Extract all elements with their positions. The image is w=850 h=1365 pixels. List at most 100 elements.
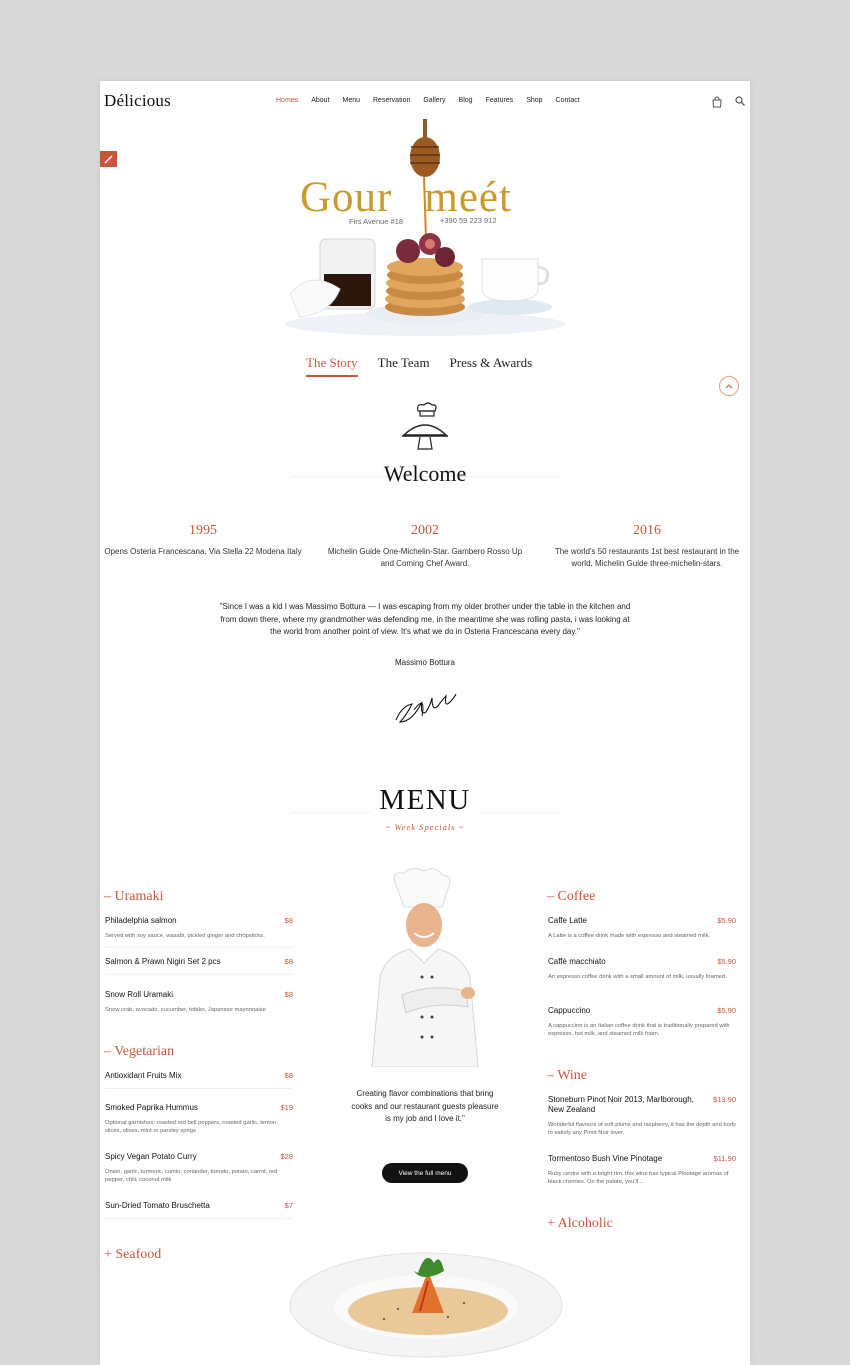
item-price: $8 (284, 916, 293, 925)
menu-item: Stoneburn Pinot Noir 2013, Marlborough, … (548, 1095, 736, 1137)
milestone-2016: 2016 The world's 50 restaurants 1st best… (548, 523, 746, 570)
menu-item: Caffè macchiato $5.90 An espresso coffee … (548, 957, 736, 981)
menu-item: Philadelphia salmon $8 Served with soy sa… (105, 916, 293, 948)
menu-item: Salmon & Prawn Nigiri Set 2 pcs $8 (105, 957, 293, 975)
item-name: Salmon & Prawn Nigiri Set 2 pcs (105, 957, 221, 966)
hero-title-right: meét (424, 174, 512, 221)
item-name: Snow Roll Uramaki (105, 990, 174, 999)
item-price: $5.90 (717, 1006, 736, 1015)
nav-blog[interactable]: Blog (459, 97, 473, 104)
nav-contact[interactable]: Contact (556, 97, 580, 104)
tab-the-team[interactable]: The Team (378, 355, 430, 377)
item-description: An espresso coffee drink with a small am… (548, 974, 727, 980)
item-description: Onion, garlic, turmeric, cumin, coriande… (105, 1169, 278, 1183)
tab-press-awards[interactable]: Press & Awards (450, 355, 533, 377)
soup-dish-image (289, 1252, 563, 1358)
customizer-tab[interactable] (100, 151, 117, 167)
category-vegetarian[interactable]: – Vegetarian (104, 1044, 174, 1060)
item-name: Philadelphia salmon (105, 916, 177, 925)
item-description: Optional garnishes: roasted red bell pep… (105, 1120, 277, 1134)
menu-title: MENU (379, 784, 471, 816)
item-price: $11.90 (713, 1154, 736, 1163)
menu-item: Spicy Vegan Potato Curry $28 Onion, garli… (105, 1152, 293, 1184)
item-divider (105, 1088, 293, 1089)
nav-shop[interactable]: Shop (526, 97, 542, 104)
item-price: $8 (284, 1071, 293, 1080)
menu-subtitle: ~ Week Specials ~ (385, 822, 465, 832)
menu-item: Caffe Latte $5.90 A Latte is a coffee dri… (548, 916, 736, 940)
menu-item: Sun-Dried Tomato Bruschetta $7 (105, 1201, 293, 1219)
category-wine[interactable]: – Wine (547, 1068, 587, 1084)
brush-icon (104, 154, 113, 164)
milestone-year: 2016 (633, 523, 661, 538)
item-name: Antioxidant Fruits Mix (105, 1071, 182, 1080)
item-price: $5.90 (717, 916, 736, 925)
item-name: Smoked Paprika Hummus (105, 1103, 198, 1112)
item-description: Snow crab, avocado, cucumber, tobiko, Ja… (105, 1007, 266, 1013)
menu-item: Antioxidant Fruits Mix $8 (105, 1071, 293, 1089)
item-name: Sun-Dried Tomato Bruschetta (105, 1201, 210, 1210)
search-icon[interactable] (735, 96, 745, 106)
milestone-text: Michelin Guide One-Michelin-Star. Gamber… (327, 547, 523, 568)
item-price: $8 (284, 990, 293, 999)
item-name: Cappuccino (548, 1006, 591, 1015)
item-name: Spicy Vegan Potato Curry (105, 1152, 197, 1161)
hero-title: Gour meét (300, 173, 512, 222)
chef-logo-icon (402, 402, 448, 450)
nav-menu[interactable]: Menu (342, 97, 360, 104)
item-name: Caffe Latte (548, 916, 587, 925)
quote-author: Massimo Bottura (394, 658, 456, 667)
nav-about[interactable]: About (311, 97, 329, 104)
item-name: Tormentoso Bush Vine Pinotage (548, 1154, 663, 1163)
milestone-text: The world's 50 restaurants 1st best rest… (554, 547, 740, 568)
hero-title-left: Gour (300, 174, 393, 221)
category-seafood[interactable]: + Seafood (104, 1247, 161, 1263)
cart-icon[interactable] (711, 96, 723, 108)
tab-the-story[interactable]: The Story (306, 355, 358, 377)
chef-photo (371, 867, 479, 1067)
milestone-text: Opens Osteria Francescana, Via Stella 22… (104, 547, 302, 556)
item-price: $8 (284, 957, 293, 966)
chevron-up-icon (725, 384, 733, 389)
chef-statement: Creating flavor combinations that bring … (351, 1089, 499, 1123)
page: Délicious Homes About Menu Reservation G… (100, 81, 750, 1365)
category-coffee[interactable]: – Coffee (547, 889, 595, 905)
chef-quote: "Since I was a kid I was Massimo Bottura… (219, 602, 631, 636)
view-full-menu-button[interactable]: View the full menu (382, 1163, 468, 1183)
nav-features[interactable]: Features (486, 97, 514, 104)
milestone-2002: 2002 Michelin Guide One-Michelin-Star. G… (322, 523, 528, 570)
story-tabs: The Story The Team Press & Awards (306, 355, 532, 377)
hero-address: Firs Avenue #18 (349, 217, 404, 226)
item-description: A Latte is a coffee drink made with espr… (548, 933, 710, 939)
item-price: $19 (280, 1103, 293, 1112)
hero-phone: +390 59 223 912 (440, 216, 497, 225)
item-price: $28 (280, 1152, 293, 1161)
item-name: Caffè macchiato (548, 957, 606, 966)
welcome-title: Welcome (383, 461, 467, 486)
category-uramaki[interactable]: – Uramaki (104, 889, 163, 905)
menu-item: Snow Roll Uramaki $8 Snow crab, avocado, … (105, 990, 293, 1014)
nav-homes[interactable]: Homes (276, 97, 298, 104)
milestone-year: 1995 (189, 523, 217, 538)
item-description: Served with soy sauce, wasabi, pickled g… (105, 933, 265, 939)
item-divider (105, 947, 293, 948)
category-alcoholic[interactable]: + Alcoholic (547, 1216, 613, 1232)
hero-breakfast-image (285, 119, 565, 336)
milestone-1995: 1995 Opens Osteria Francescana, Via Stel… (100, 523, 306, 558)
item-divider (105, 1218, 293, 1219)
item-price: $7 (284, 1201, 293, 1210)
nav-gallery[interactable]: Gallery (423, 97, 445, 104)
scroll-top-button[interactable] (719, 376, 739, 396)
nav-reservation[interactable]: Reservation (373, 97, 410, 104)
signature-image (395, 693, 457, 723)
item-description: Wonderful flavours of soft plums and ras… (548, 1122, 736, 1136)
site-logo[interactable]: Délicious (104, 91, 171, 111)
menu-item: Smoked Paprika Hummus $19 Optional garnis… (105, 1103, 293, 1135)
menu-item: Cappuccino $5.90 A cappuccino is an Itali… (548, 1006, 736, 1038)
item-name: Stoneburn Pinot Noir 2013, Marlborough, … (548, 1095, 694, 1114)
main-nav: Homes About Menu Reservation Gallery Blo… (276, 97, 593, 104)
item-description: Ruby centre with a bright rim, this wine… (548, 1171, 729, 1185)
item-description: A cappuccino is an Italian coffee drink … (548, 1023, 730, 1037)
milestone-year: 2002 (411, 523, 439, 538)
item-price: $13.90 (713, 1095, 736, 1104)
